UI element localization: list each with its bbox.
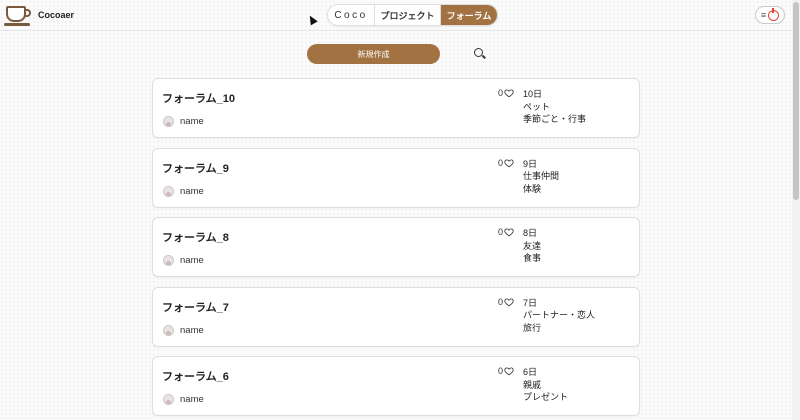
forum-card[interactable]: フォーラム_7 name 0 7日 パートナー・恋人 旅行: [152, 286, 640, 347]
tab-forum[interactable]: フォーラム: [441, 5, 497, 25]
post-tag: パートナー・恋人: [523, 310, 596, 320]
search-icon[interactable]: [474, 48, 483, 57]
post-tag: 友達: [523, 240, 542, 251]
avatar-icon: [163, 185, 174, 197]
main-nav: Coco プロジェクト フォーラム: [327, 4, 498, 26]
author: name: [163, 255, 204, 266]
like-control[interactable]: 0: [498, 297, 514, 307]
forum-card[interactable]: フォーラム_10 name 0 10日 ペット 季節ごと・行事: [152, 78, 640, 138]
like-control[interactable]: 0: [498, 366, 514, 376]
coffee-cup-icon: [4, 4, 32, 26]
author-name: name: [180, 324, 204, 336]
author: name: [163, 185, 204, 197]
new-post-button[interactable]: 新規作成: [307, 44, 440, 64]
heart-icon[interactable]: [504, 88, 514, 98]
forum-title[interactable]: フォーラム_7: [162, 299, 229, 315]
scrollbar-thumb[interactable]: [793, 2, 799, 200]
like-count: 0: [498, 157, 504, 168]
post-date: 8日: [523, 228, 538, 238]
post-meta: 8日 友達 食事: [523, 227, 541, 265]
post-tag: プレゼント: [523, 392, 569, 402]
like-control[interactable]: 0: [498, 227, 514, 237]
forum-card[interactable]: フォーラム_6 name 0 6日 親戚 プレゼント: [152, 356, 640, 416]
post-tag: 季節ごと・行事: [523, 114, 587, 124]
top-header: Cocoaer Coco プロジェクト フォーラム ≡: [0, 0, 792, 30]
author-name: name: [180, 185, 204, 197]
avatar-icon: [163, 324, 174, 336]
post-tag: 仕事仲間: [523, 171, 560, 181]
tab-coco[interactable]: Coco: [328, 5, 375, 25]
post-meta: 10日 ペット 季節ごと・行事: [523, 88, 586, 126]
avatar-icon: [163, 394, 174, 405]
scrollbar[interactable]: [792, 0, 800, 420]
avatar-icon: [163, 116, 174, 127]
post-tag: 親戚: [523, 379, 542, 390]
tab-project[interactable]: プロジェクト: [375, 5, 441, 25]
power-icon: [768, 7, 780, 21]
post-tag: 食事: [523, 253, 542, 263]
logo-text: Cocoaer: [38, 10, 75, 20]
heart-icon[interactable]: [504, 297, 514, 307]
like-count: 0: [498, 296, 504, 307]
header-divider: [0, 30, 792, 31]
forum-title[interactable]: フォーラム_10: [162, 90, 235, 106]
heart-icon[interactable]: [504, 158, 514, 168]
forum-title[interactable]: フォーラム_8: [162, 229, 229, 245]
post-meta: 9日 仕事仲間 体験: [523, 158, 559, 196]
like-control[interactable]: 0: [498, 158, 514, 168]
post-meta: 6日 親戚 プレゼント: [523, 366, 568, 404]
author-name: name: [180, 116, 204, 127]
author-name: name: [180, 255, 204, 266]
post-date: 7日: [523, 297, 538, 308]
author: name: [163, 324, 204, 336]
forum-title[interactable]: フォーラム_6: [162, 368, 229, 384]
post-date: 6日: [523, 367, 538, 377]
user-menu-button[interactable]: ≡: [755, 6, 785, 24]
avatar-icon: [163, 255, 174, 266]
forum-list: フォーラム_10 name 0 10日 ペット 季節ごと・行事 フォーラム_9 …: [152, 78, 640, 420]
forum-card[interactable]: フォーラム_8 name 0 8日 友達 食事: [152, 217, 640, 277]
post-tag: 旅行: [523, 322, 542, 333]
author: name: [163, 394, 204, 405]
hamburger-icon: ≡: [760, 9, 767, 20]
like-count: 0: [498, 366, 504, 376]
author-name: name: [180, 394, 204, 405]
heart-icon[interactable]: [504, 366, 514, 376]
post-tag: 体験: [523, 183, 542, 194]
forum-card[interactable]: フォーラム_9 name 0 9日 仕事仲間 体験: [152, 147, 640, 208]
forum-title[interactable]: フォーラム_9: [162, 160, 229, 176]
like-count: 0: [498, 88, 504, 98]
logo[interactable]: Cocoaer: [4, 4, 75, 26]
like-count: 0: [498, 227, 504, 237]
like-control[interactable]: 0: [498, 88, 514, 98]
post-date: 9日: [523, 158, 538, 169]
post-date: 10日: [523, 89, 543, 99]
post-tag: ペット: [523, 101, 551, 112]
post-meta: 7日 パートナー・恋人 旅行: [523, 297, 595, 335]
heart-icon[interactable]: [504, 227, 514, 237]
author: name: [163, 116, 204, 127]
